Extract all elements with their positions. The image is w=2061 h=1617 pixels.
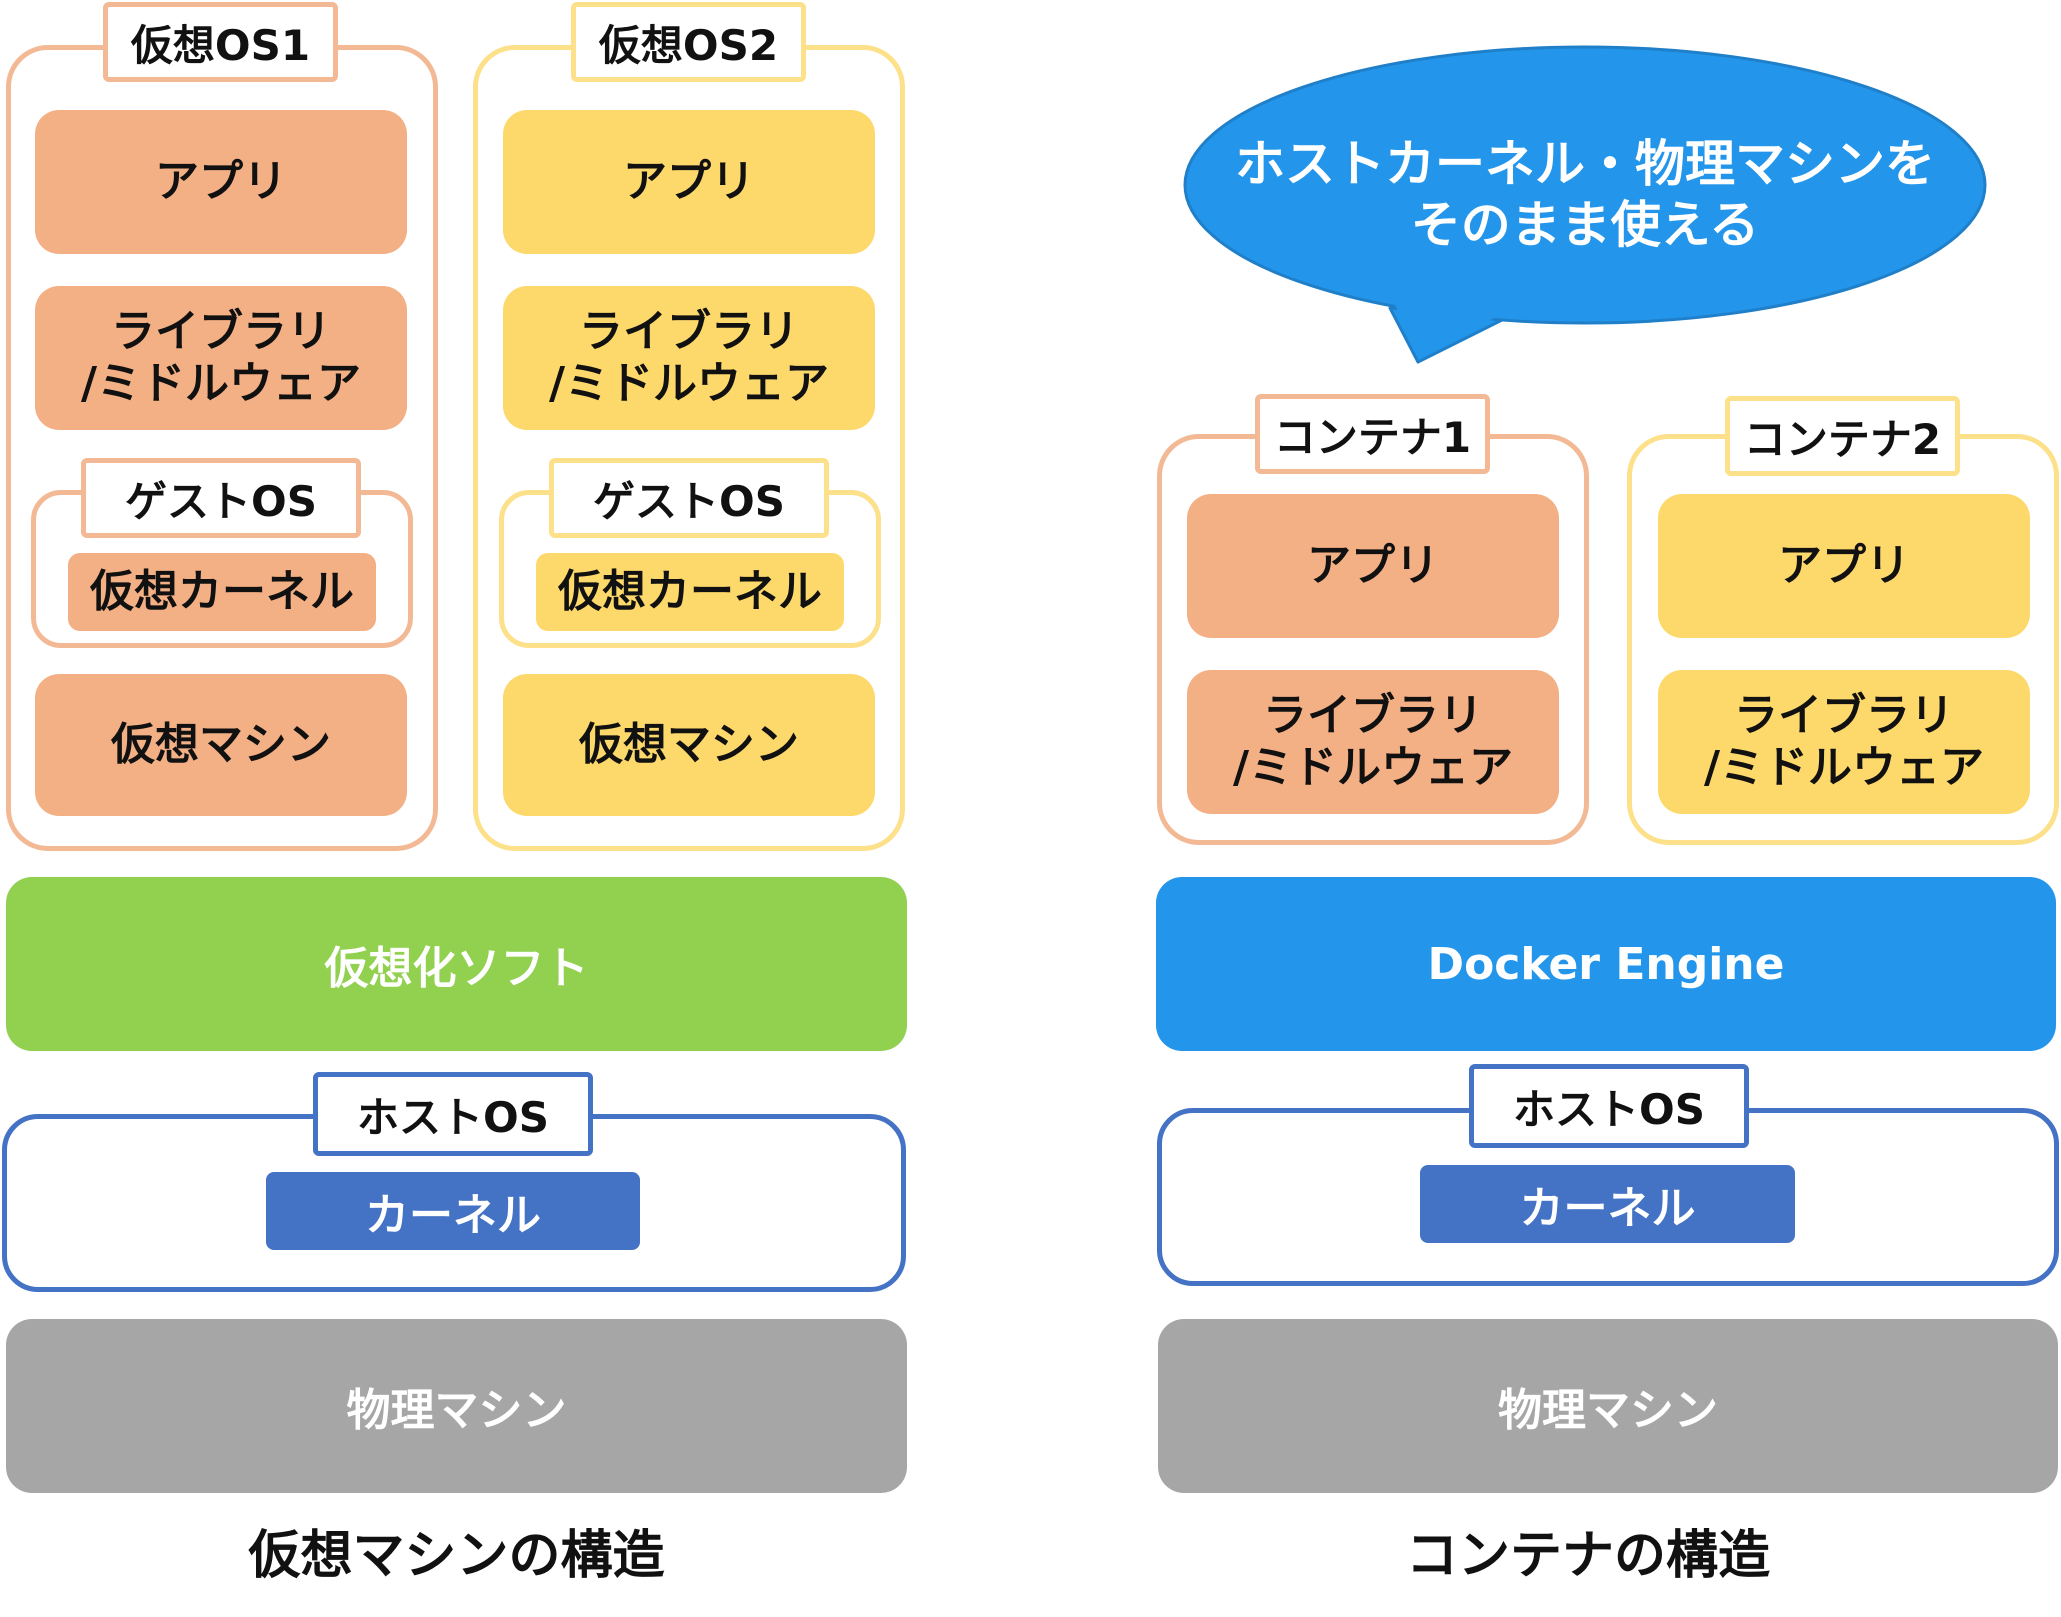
container1-library: ライブラリ /ミドルウェア [1187,670,1559,814]
vm-guest2-library: ライブラリ /ミドルウェア [503,286,875,430]
vm-guest2-title: 仮想OS2 [571,2,806,82]
vm-hypervisor-bar: 仮想化ソフト [6,877,907,1051]
vm-guest2-guestos-title: ゲストOS [549,458,829,538]
vm-guest2-app: アプリ [503,110,875,254]
vm-guest2-virtual-machine: 仮想マシン [503,674,875,816]
container2-app: アプリ [1658,494,2030,638]
vm-host-os-title: ホストOS [313,1072,593,1156]
container2-library: ライブラリ /ミドルウェア [1658,670,2030,814]
bubble-text: ホストカーネル・物理マシンを そのまま使える [1235,135,1935,254]
vm-guest1-title: 仮想OS1 [103,2,338,82]
container1-app: アプリ [1187,494,1559,638]
vm-guest1-virtual-machine: 仮想マシン [35,674,407,816]
container-host-os-title: ホストOS [1469,1064,1749,1148]
vm-guest1-app: アプリ [35,110,407,254]
vm-kernel-bar: カーネル [266,1172,640,1250]
docker-engine-bar: Docker Engine [1156,877,2056,1051]
container-caption: コンテナの構造 [1405,1525,1770,1586]
vm-guest2-virtual-kernel: 仮想カーネル [536,553,844,631]
container1-title: コンテナ1 [1255,394,1490,474]
vm-caption: 仮想マシンの構造 [248,1525,665,1586]
vm-physical-machine: 物理マシン [6,1319,907,1493]
vm-guest1-library: ライブラリ /ミドルウェア [35,286,407,430]
vm-guest1-virtual-kernel: 仮想カーネル [68,553,376,631]
vm-guest1-guestos-title: ゲストOS [81,458,361,538]
container-kernel-bar: カーネル [1420,1165,1795,1243]
container-physical-machine: 物理マシン [1158,1319,2058,1493]
container2-title: コンテナ2 [1725,396,1960,476]
